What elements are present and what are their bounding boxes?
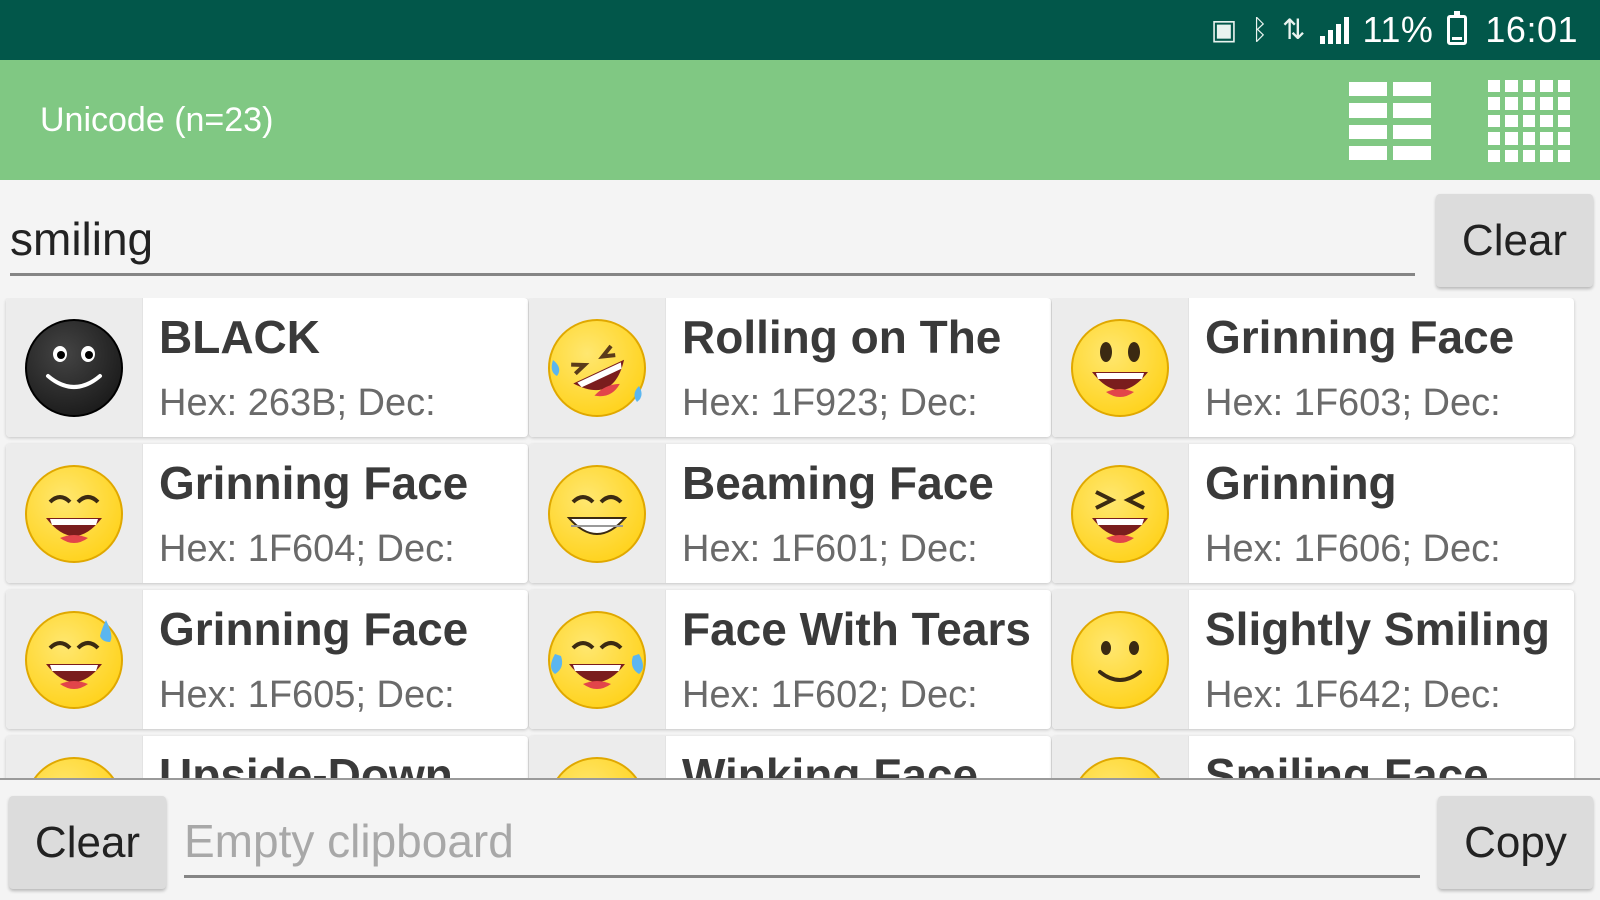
grinning-face-big-eyes-icon (1052, 298, 1189, 437)
rolling-on-floor-laughing-icon (529, 298, 666, 437)
upside-down-face-icon (6, 736, 143, 778)
result-name: Upside-Down (159, 749, 453, 778)
result-name: Grinning Face (159, 457, 469, 509)
face-with-tears-of-joy-icon (529, 590, 666, 729)
result-name: Grinning Face (1205, 311, 1515, 363)
result-name: Beaming Face (682, 457, 994, 509)
result-name: Grinning Face (159, 603, 469, 655)
result-code: Hex: 1F604; Dec: (159, 528, 455, 570)
result-code: Hex: 263B; Dec: (159, 382, 436, 424)
result-name: Grinning (1205, 457, 1397, 509)
result-card[interactable]: Grinning Face Hex: 1F604; Dec: (6, 444, 528, 583)
clipboard-field[interactable] (184, 812, 1420, 878)
result-name: Rolling on The (682, 311, 1002, 363)
slightly-smiling-face-icon (1052, 590, 1189, 729)
result-card[interactable]: Grinning Face Hex: 1F605; Dec: (6, 590, 528, 729)
list-view-icon[interactable] (1349, 80, 1431, 162)
app-title: Unicode (n=23) (40, 100, 274, 139)
smiling-face-icon (1052, 736, 1189, 778)
result-code: Hex: 1F642; Dec: (1205, 674, 1501, 716)
grinning-face-sweat-icon (6, 590, 143, 729)
divider (0, 778, 1600, 780)
data-icon: ⇅ (1282, 13, 1306, 46)
signal-icon (1319, 16, 1349, 44)
result-card[interactable]: Grinning Face Hex: 1F603; Dec: (1052, 298, 1574, 437)
battery-icon (1447, 11, 1468, 45)
results-grid: BLACK Hex: 263B; Dec: Rolling on The Hex: … (0, 298, 1600, 778)
app-bar: Unicode (n=23) (0, 60, 1600, 180)
grinning-face-smiling-eyes-icon (6, 444, 143, 583)
black-smiling-face-icon (6, 298, 143, 437)
grid-view-icon[interactable] (1488, 80, 1570, 162)
bluetooth-icon: ᛒ (1251, 13, 1269, 46)
clipboard-clear-button[interactable]: Clear (9, 796, 166, 889)
result-code: Hex: 1F602; Dec: (682, 674, 978, 716)
result-name: Winking Face (682, 749, 979, 778)
beaming-face-icon (529, 444, 666, 583)
copy-button[interactable]: Copy (1438, 796, 1593, 889)
result-code: Hex: 1F606; Dec: (1205, 528, 1501, 570)
result-name: Face With Tears (682, 603, 1031, 655)
result-name: Slightly Smiling (1205, 603, 1551, 655)
result-card[interactable]: Upside-Down (6, 736, 528, 778)
result-name: BLACK (159, 311, 320, 363)
winking-face-icon (529, 736, 666, 778)
result-card[interactable]: Winking Face (529, 736, 1051, 778)
result-card[interactable]: Grinning Hex: 1F606; Dec: (1052, 444, 1574, 583)
result-code: Hex: 1F605; Dec: (159, 674, 455, 716)
result-code: Hex: 1F923; Dec: (682, 382, 978, 424)
clock: 16:01 (1485, 9, 1578, 50)
search-clear-button[interactable]: Clear (1436, 194, 1593, 287)
battery-percent: 11% (1362, 9, 1434, 50)
search-input[interactable] (10, 212, 1415, 276)
result-card[interactable]: Rolling on The Hex: 1F923; Dec: (529, 298, 1051, 437)
result-card[interactable]: Slightly Smiling Hex: 1F642; Dec: (1052, 590, 1574, 729)
result-name: Smiling Face (1205, 749, 1489, 778)
sim-icon: ▣ (1210, 13, 1238, 46)
result-card[interactable]: BLACK Hex: 263B; Dec: (6, 298, 528, 437)
result-card[interactable]: Beaming Face Hex: 1F601; Dec: (529, 444, 1051, 583)
status-bar: ▣ ᛒ ⇅ 11% 16:01 (0, 0, 1600, 60)
result-card[interactable]: Face With Tears Hex: 1F602; Dec: (529, 590, 1051, 729)
result-card[interactable]: Smiling Face (1052, 736, 1574, 778)
result-code: Hex: 1F603; Dec: (1205, 382, 1501, 424)
grinning-squinting-face-icon (1052, 444, 1189, 583)
result-code: Hex: 1F601; Dec: (682, 528, 978, 570)
